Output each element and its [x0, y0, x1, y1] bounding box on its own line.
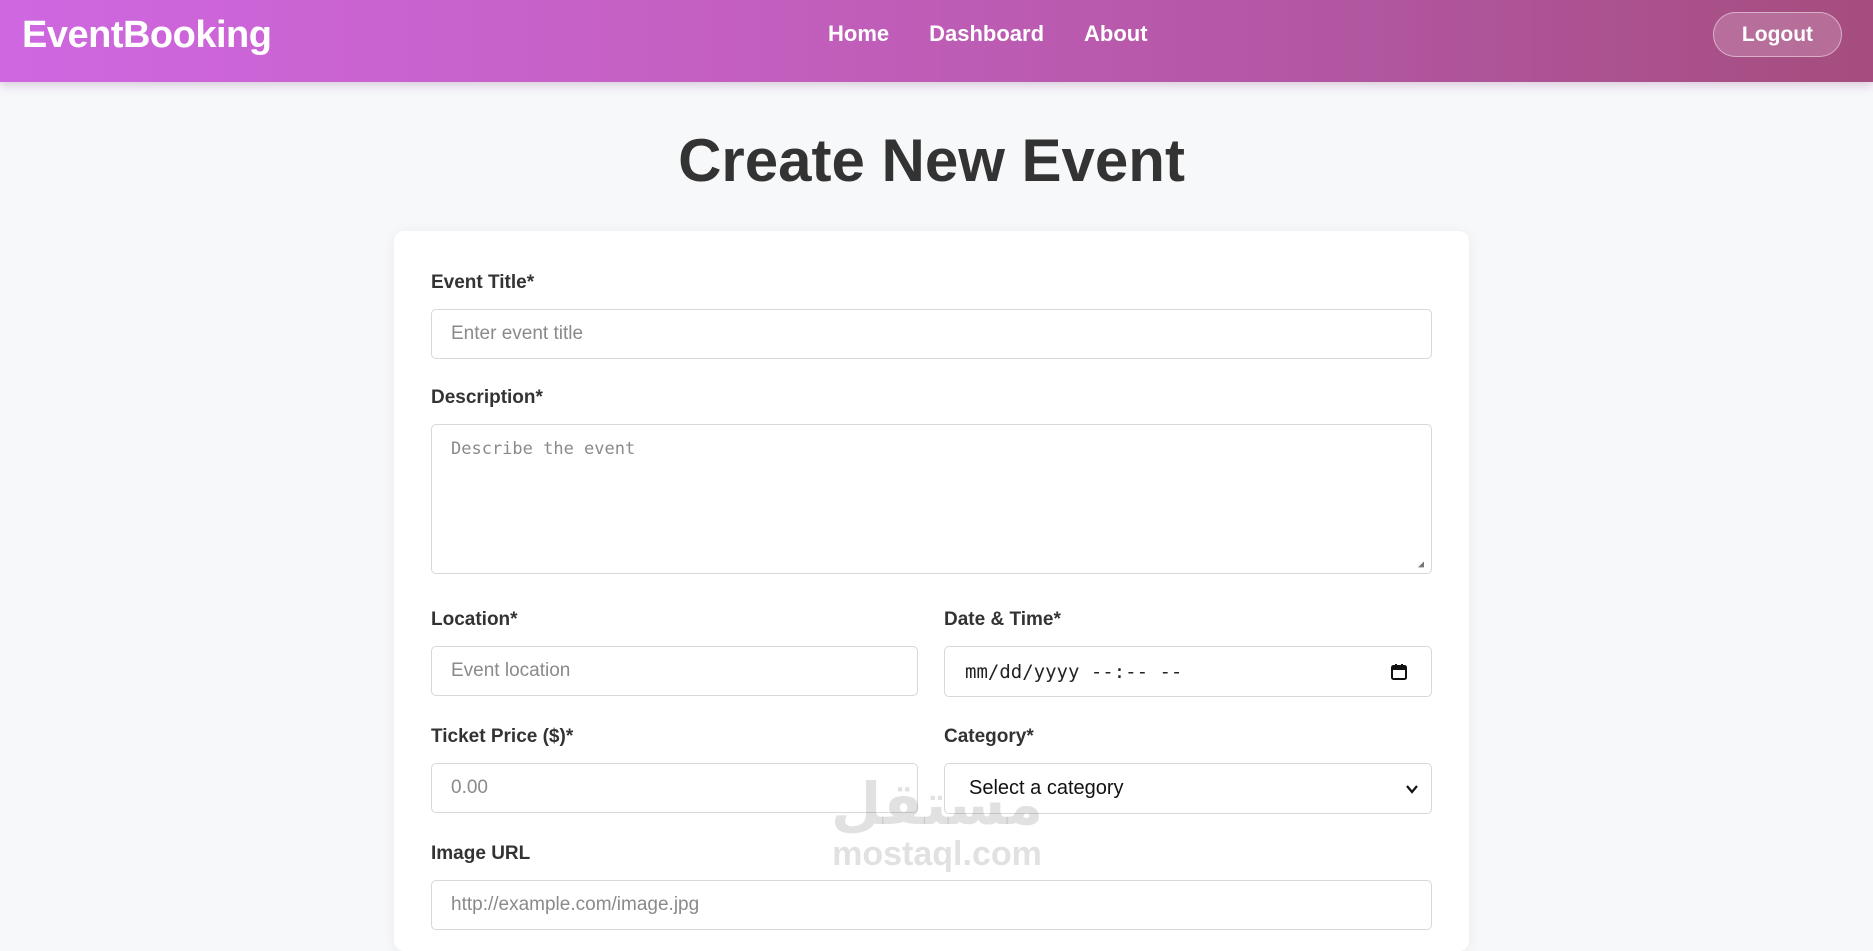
description-textarea[interactable]: Describe the event ◢: [431, 424, 1432, 574]
datetime-input[interactable]: mm/dd/yyyy --:-- --: [944, 646, 1432, 697]
chevron-down-icon: [1406, 785, 1418, 794]
description-label: Description*: [431, 387, 543, 408]
brand-logo[interactable]: EventBooking: [22, 14, 272, 57]
nav-links: Home Dashboard About: [828, 20, 1148, 48]
resize-handle-icon[interactable]: ◢: [1418, 560, 1428, 570]
ticket-price-label: Ticket Price ($)*: [431, 726, 574, 747]
top-navbar: EventBooking Home Dashboard About Logout: [0, 0, 1873, 82]
watermark-arabic: مستقل: [830, 772, 1044, 837]
datetime-label: Date & Time*: [944, 609, 1061, 630]
category-label: Category*: [944, 726, 1034, 747]
nav-link-dashboard[interactable]: Dashboard: [929, 20, 1044, 48]
image-url-input[interactable]: http://example.com/image.jpg: [431, 880, 1432, 930]
page-title: Create New Event: [678, 127, 1185, 194]
location-input[interactable]: Event location: [431, 646, 918, 696]
event-title-input[interactable]: Enter event title: [431, 309, 1432, 359]
location-label: Location*: [431, 609, 518, 630]
logout-button[interactable]: Logout: [1713, 12, 1842, 57]
datetime-value: mm/dd/yyyy --:-- --: [965, 660, 1183, 683]
watermark-latin: mostaql.com: [832, 835, 1042, 873]
event-title-label: Event Title*: [431, 272, 535, 293]
nav-link-about[interactable]: About: [1084, 20, 1148, 48]
nav-link-home[interactable]: Home: [828, 20, 889, 48]
image-url-label: Image URL: [431, 843, 531, 864]
description-placeholder: Describe the event: [451, 439, 636, 459]
watermark: مستقل mostaql.com: [822, 772, 1052, 873]
calendar-icon[interactable]: [1390, 663, 1408, 681]
